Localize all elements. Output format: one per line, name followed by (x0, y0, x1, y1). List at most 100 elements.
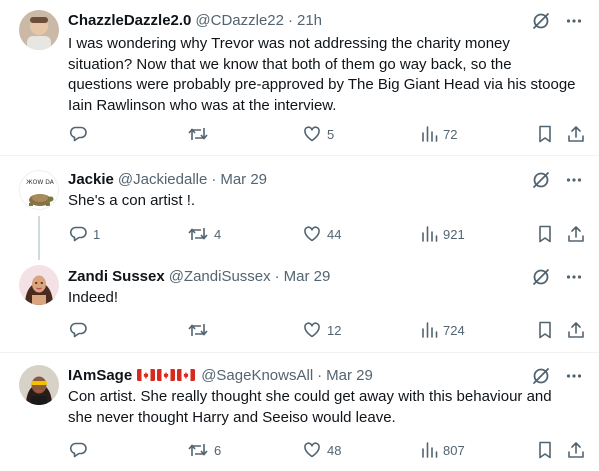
views-count: 72 (443, 126, 458, 142)
like-count: 44 (327, 226, 342, 242)
like-button[interactable]: 12 (302, 320, 341, 340)
avatar[interactable] (19, 365, 59, 405)
tweet-4[interactable]: IAmSage @SageKnowsAll · Mar 29 Con artis… (0, 353, 599, 471)
reply-button[interactable] (68, 320, 93, 340)
canada-flag-icon (157, 369, 176, 381)
reply-button[interactable] (68, 124, 93, 144)
grok-slash-icon[interactable] (531, 267, 551, 287)
canada-flag-icon (137, 369, 156, 381)
tweet-3[interactable]: Zandi Sussex @ZandiSussex · Mar 29 Indee… (0, 250, 599, 352)
views-count: 724 (443, 322, 465, 338)
retweet-button[interactable] (187, 320, 214, 340)
more-icon[interactable] (565, 171, 583, 189)
views-count: 807 (443, 442, 465, 458)
share-icon (568, 126, 584, 142)
retweet-icon (188, 128, 208, 140)
user-handle[interactable]: @ZandiSussex (169, 268, 271, 285)
views-icon (422, 226, 438, 242)
tweet-1[interactable]: ChazzleDazzle2.0 @CDazzle22 · 21h I was … (0, 0, 599, 155)
display-name[interactable]: Jackie (68, 171, 114, 188)
user-handle[interactable]: @Jackiedalle (118, 171, 207, 188)
reply-icon (69, 442, 87, 458)
share-icon (568, 226, 584, 242)
user-handle[interactable]: @SageKnowsAll (201, 367, 313, 384)
reply-count: 1 (93, 226, 101, 242)
retweet-button[interactable]: 4 (187, 224, 221, 244)
bookmark-button[interactable] (536, 124, 554, 144)
separator-dot: · (317, 366, 323, 384)
views-button[interactable]: 72 (420, 124, 457, 144)
share-button[interactable] (566, 124, 586, 144)
tweet-top-icons (531, 267, 583, 287)
tweet-text: She's a con artist !. (68, 192, 196, 209)
tweet-actions: 1 4 44 921 (68, 224, 588, 246)
tweet-text: I was wondering why Trevor was not addre… (68, 35, 580, 114)
avatar[interactable] (19, 10, 59, 50)
tweet-top-icons (531, 170, 583, 190)
more-icon[interactable] (565, 268, 583, 286)
views-count: 921 (443, 226, 465, 242)
like-icon (304, 226, 320, 242)
share-icon (568, 322, 584, 338)
retweet-icon (188, 444, 208, 456)
bookmark-button[interactable] (536, 224, 554, 244)
like-button[interactable]: 48 (302, 440, 341, 460)
bookmark-icon (539, 441, 551, 459)
tweet-actions: 6 48 807 (68, 440, 588, 462)
reply-icon (69, 322, 87, 338)
bookmark-icon (539, 321, 551, 339)
more-icon[interactable] (565, 367, 583, 385)
share-button[interactable] (566, 320, 586, 340)
separator-dot: · (287, 11, 293, 29)
tweet-header: IAmSage @SageKnowsAll · Mar 29 (68, 365, 373, 385)
timestamp[interactable]: Mar 29 (326, 367, 373, 384)
flag-emojis (137, 369, 196, 381)
share-button[interactable] (566, 440, 586, 460)
timestamp[interactable]: Mar 29 (284, 268, 331, 285)
tweet-header: Jackie @Jackiedalle · Mar 29 (68, 169, 267, 189)
more-icon[interactable] (565, 12, 583, 30)
thread-line (38, 216, 40, 250)
reply-button[interactable]: 1 (68, 224, 100, 244)
like-icon (304, 322, 320, 338)
retweet-count: 6 (214, 442, 222, 458)
display-name[interactable]: Zandi Sussex (68, 268, 165, 285)
canada-flag-icon (177, 369, 196, 381)
views-button[interactable]: 724 (420, 320, 465, 340)
display-name[interactable]: ChazzleDazzle2.0 (68, 12, 191, 29)
tweet-actions: 12 724 (68, 320, 588, 342)
views-button[interactable]: 807 (420, 440, 465, 460)
grok-slash-icon[interactable] (531, 170, 551, 190)
retweet-icon (188, 228, 208, 240)
user-handle[interactable]: @CDazzle22 (195, 12, 284, 29)
share-button[interactable] (566, 224, 586, 244)
avatar-text: ЖOW DA (26, 179, 55, 186)
reply-icon (69, 126, 87, 142)
bookmark-button[interactable] (536, 440, 554, 460)
views-icon (422, 126, 438, 142)
timestamp[interactable]: Mar 29 (220, 171, 267, 188)
bookmark-button[interactable] (536, 320, 554, 340)
reply-button[interactable] (68, 440, 93, 460)
reply-icon (69, 226, 87, 242)
tweet-actions: 5 72 (68, 124, 588, 146)
grok-slash-icon[interactable] (531, 11, 551, 31)
avatar[interactable] (19, 265, 59, 305)
tweet-top-icons (531, 11, 583, 31)
retweet-button[interactable] (187, 124, 214, 144)
grok-slash-icon[interactable] (531, 366, 551, 386)
retweet-button[interactable]: 6 (187, 440, 221, 460)
avatar[interactable]: ЖOW DA (19, 170, 59, 210)
like-icon (304, 442, 320, 458)
tweet-2[interactable]: ЖOW DA Jackie @Jackiedalle · Mar 29 She'… (0, 156, 599, 250)
like-button[interactable]: 5 (302, 124, 334, 144)
like-button[interactable]: 44 (302, 224, 341, 244)
tweet-top-icons (531, 366, 583, 386)
like-count: 48 (327, 442, 342, 458)
like-count: 12 (327, 322, 342, 338)
separator-dot: · (274, 267, 280, 285)
views-button[interactable]: 921 (420, 224, 465, 244)
retweet-icon (188, 324, 208, 336)
display-name[interactable]: IAmSage (68, 367, 132, 384)
timestamp[interactable]: 21h (297, 12, 322, 29)
